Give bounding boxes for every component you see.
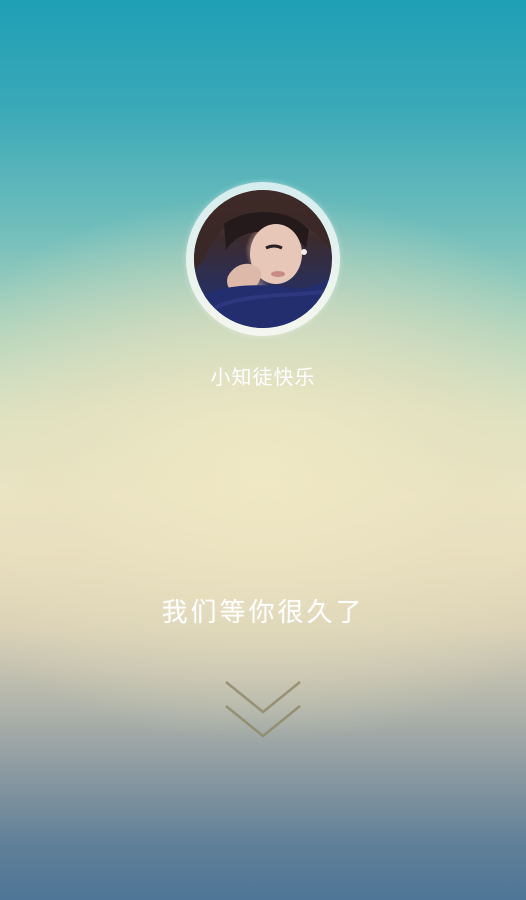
welcome-screen: 小知徒快乐 我们等你很久了 bbox=[0, 0, 526, 900]
avatar[interactable] bbox=[194, 190, 332, 328]
welcome-tagline: 我们等你很久了 bbox=[161, 598, 365, 628]
avatar-photo bbox=[194, 190, 332, 328]
username-label: 小知徒快乐 bbox=[210, 365, 316, 389]
double-chevron-down-icon[interactable] bbox=[224, 678, 302, 744]
avatar-ring[interactable] bbox=[186, 182, 340, 336]
